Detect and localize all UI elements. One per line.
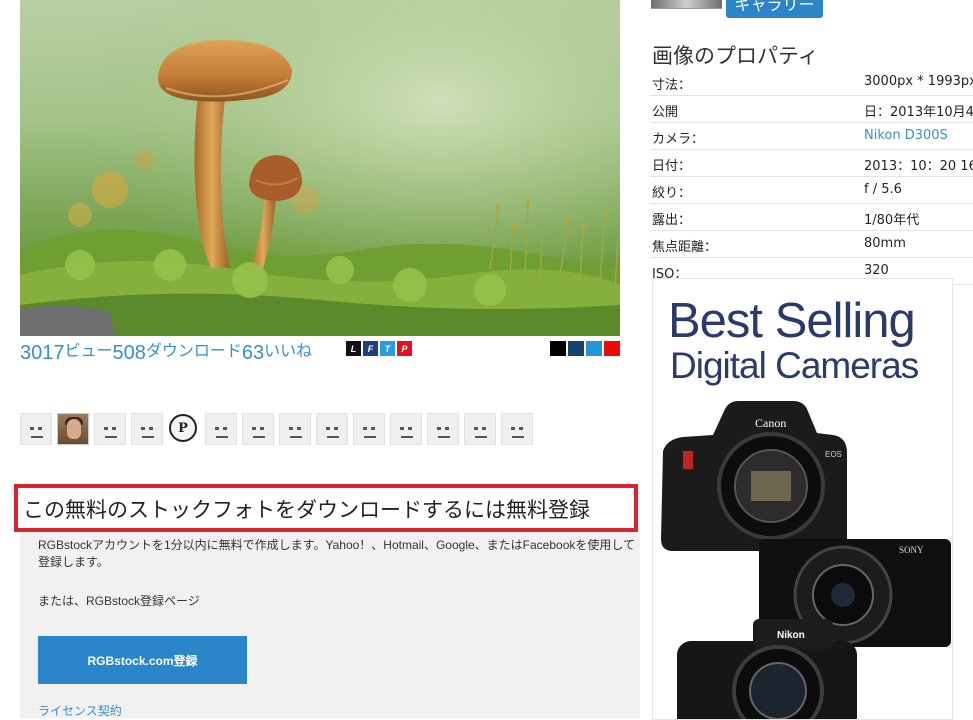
main-photo[interactable] xyxy=(20,0,620,336)
color-swatch[interactable] xyxy=(550,341,566,356)
camera-advertisement[interactable]: Best Selling Digital Cameras Canon EOS S… xyxy=(652,278,953,720)
avatar[interactable]: P xyxy=(168,413,200,445)
avatar[interactable] xyxy=(316,413,348,445)
color-swatch[interactable] xyxy=(586,341,602,356)
property-row: 公開 日：2013年10月4 xyxy=(650,96,973,123)
camera-products-image: Canon EOS SONY Nikon xyxy=(661,401,951,719)
views-label: ビュー xyxy=(64,343,113,360)
views-count: 3017 xyxy=(20,342,65,364)
canon-camera-icon: Canon EOS xyxy=(661,401,847,551)
likes-count: 63 xyxy=(241,342,265,364)
property-value: 3000px * 1993px xyxy=(864,74,973,89)
camera-link[interactable]: Nikon D300S xyxy=(864,128,948,143)
color-swatches xyxy=(550,341,620,356)
property-key: カメラ： xyxy=(652,132,705,147)
property-value: 1/80年代 xyxy=(864,213,920,228)
share-l-icon[interactable]: L xyxy=(346,341,361,356)
ad-headline: Best Selling xyxy=(668,294,916,348)
photo-stats: 3017ビュー508ダウンロード63いいね xyxy=(20,340,312,365)
property-row: 絞り： f / 5.6 xyxy=(650,177,973,204)
gallery-thumbnail[interactable] xyxy=(651,0,722,9)
avatar[interactable] xyxy=(390,413,422,445)
avatar[interactable] xyxy=(464,413,496,445)
property-row: 焦点距離： 80mm xyxy=(650,231,973,258)
property-value: 日：2013年10月4 xyxy=(864,105,973,120)
nikon-camera-icon: Nikon xyxy=(677,619,857,719)
avatar[interactable] xyxy=(501,413,533,445)
color-swatch[interactable] xyxy=(604,341,620,356)
canon-brand: Canon xyxy=(755,416,786,430)
property-key: 日付： xyxy=(652,159,692,174)
property-key: 寸法： xyxy=(652,78,692,93)
registration-description: RGBstockアカウントを1分以内に無料で作成します。Yahoo！、Hotma… xyxy=(38,538,636,569)
property-row: 露出： 1/80年代 xyxy=(650,204,973,231)
property-key: 露出： xyxy=(652,213,692,228)
property-value: 2013：10：20 16 xyxy=(864,159,973,174)
property-value: f / 5.6 xyxy=(864,182,902,197)
sony-brand: SONY xyxy=(899,545,924,555)
register-button[interactable]: RGBstock.com登録 xyxy=(38,636,247,684)
property-row: 寸法： 3000px * 1993px xyxy=(650,69,973,96)
avatar[interactable] xyxy=(131,413,163,445)
share-pinterest-icon[interactable]: P xyxy=(397,341,412,356)
share-buttons: L F T P xyxy=(346,341,412,356)
property-row: カメラ： Nikon D300S xyxy=(650,123,973,150)
svg-text:EOS: EOS xyxy=(825,450,842,459)
avatar[interactable] xyxy=(427,413,459,445)
likes-label: いいね xyxy=(264,343,313,360)
downloads-label: ダウンロード xyxy=(145,343,242,360)
avatar[interactable] xyxy=(279,413,311,445)
registration-page-link[interactable]: または、RGBstock登録ページ xyxy=(38,592,200,609)
avatar[interactable] xyxy=(57,413,89,445)
color-swatch[interactable] xyxy=(568,341,584,356)
gallery-button[interactable]: ギャラリー xyxy=(726,0,823,18)
property-value: 320 xyxy=(864,263,889,278)
property-key: 絞り： xyxy=(652,186,692,201)
property-value: 80mm xyxy=(864,236,906,251)
property-key: 公開 xyxy=(652,105,679,120)
avatar[interactable] xyxy=(353,413,385,445)
registration-title: この無料のストックフォトをダウンロードするには無料登録 xyxy=(14,484,638,532)
ad-subheadline: Digital Cameras xyxy=(670,345,919,386)
avatar[interactable] xyxy=(20,413,52,445)
properties-title: 画像のプロパティ xyxy=(652,44,819,68)
share-facebook-icon[interactable]: F xyxy=(363,341,378,356)
mushroom-illustration xyxy=(20,0,620,336)
avatar[interactable] xyxy=(205,413,237,445)
nikon-brand: Nikon xyxy=(777,630,805,641)
liker-avatars: P xyxy=(20,413,533,445)
downloads-count: 508 xyxy=(112,342,146,364)
share-twitter-icon[interactable]: T xyxy=(380,341,395,356)
avatar[interactable] xyxy=(242,413,274,445)
property-key: 焦点距離： xyxy=(652,240,718,255)
property-row: 日付： 2013：10：20 16 xyxy=(650,150,973,177)
properties-table: 寸法： 3000px * 1993px 公開 日：2013年10月4 カメラ： Nik… xyxy=(650,69,973,285)
avatar[interactable] xyxy=(94,413,126,445)
